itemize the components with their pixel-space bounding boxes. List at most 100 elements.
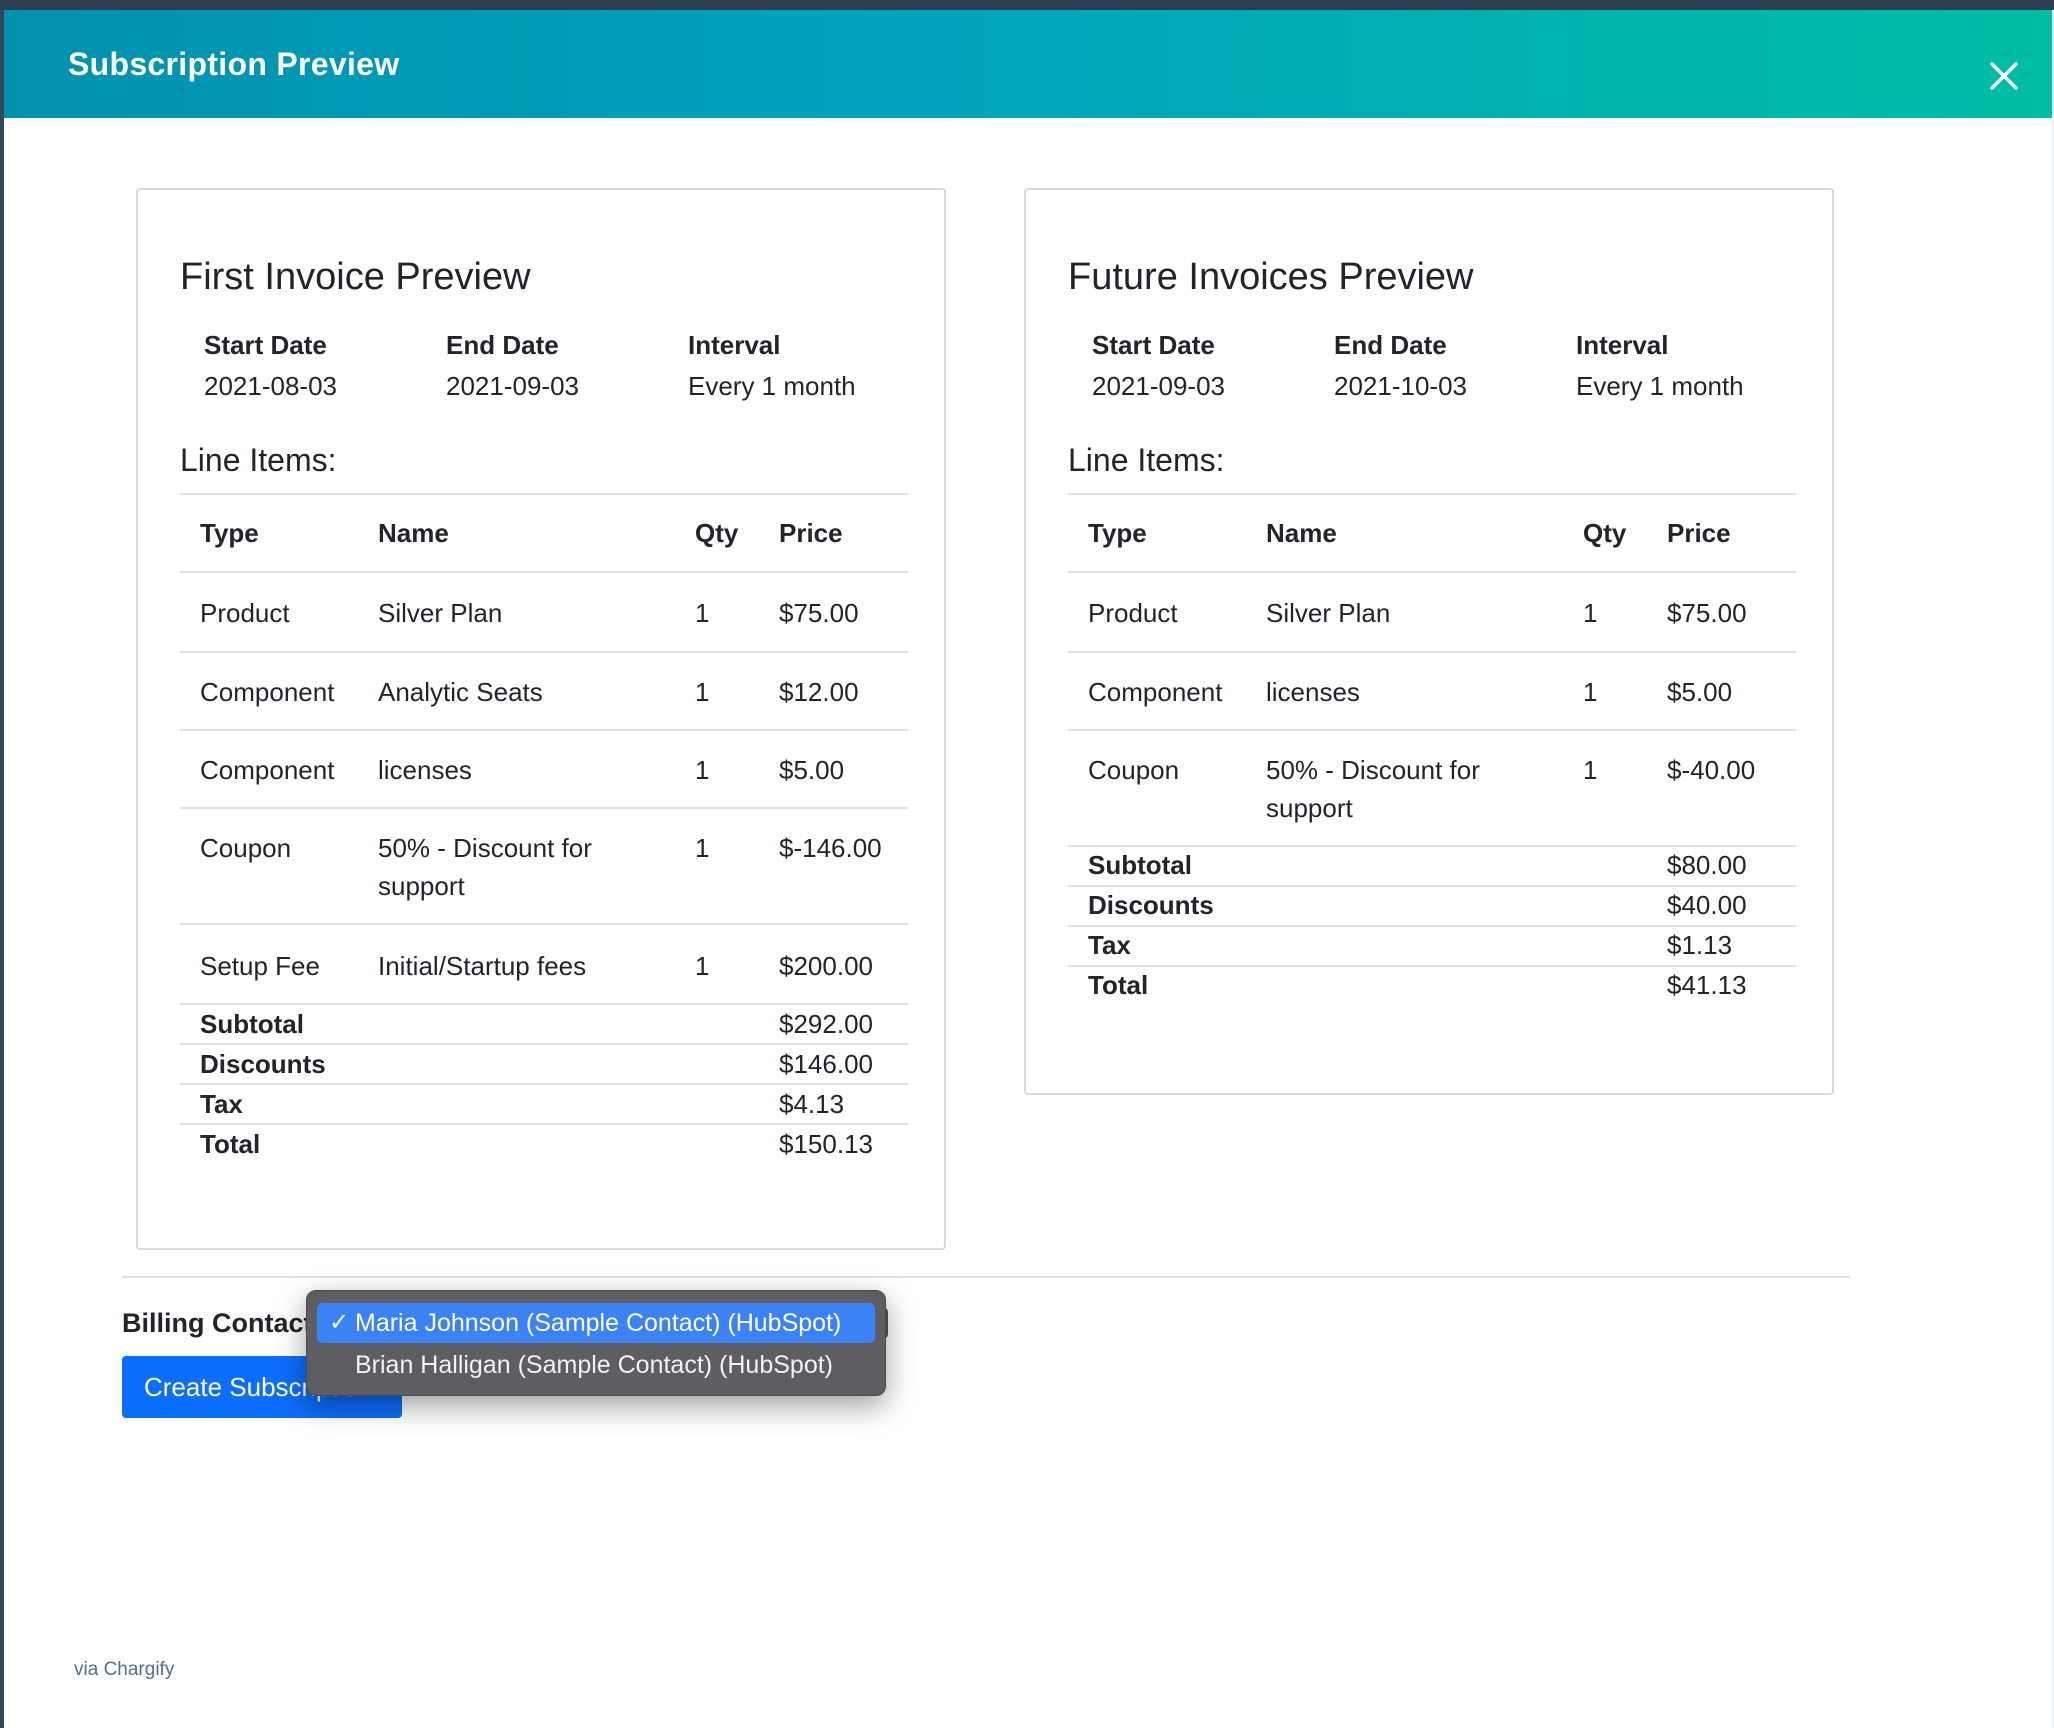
table-rule xyxy=(180,807,908,809)
start-date-group: Start Date 2021-08-03 xyxy=(204,330,337,402)
table-rule xyxy=(1068,651,1796,653)
table-rule xyxy=(1068,729,1796,731)
line-items-label: Line Items: xyxy=(1068,442,1225,478)
row-name-line1: 50% - Discount for xyxy=(1266,755,1480,785)
row-name-line1: 50% - Discount for xyxy=(378,833,592,863)
billing-contact-label: Billing Contact xyxy=(122,1308,313,1338)
row-price: $200.00 xyxy=(779,951,873,981)
close-icon[interactable] xyxy=(1988,60,2020,92)
modal-title: Subscription Preview xyxy=(68,46,400,82)
row-price: $75.00 xyxy=(779,598,859,628)
table-rule xyxy=(180,651,908,653)
row-type: Component xyxy=(200,677,335,707)
end-date-value: 2021-09-03 xyxy=(446,371,579,401)
table-rule xyxy=(180,493,908,495)
billing-option-brian-halligan[interactable]: Brian Halligan (Sample Contact) (HubSpot… xyxy=(317,1345,875,1385)
discounts-value: $40.00 xyxy=(1667,890,1747,920)
row-qty: 1 xyxy=(1583,677,1598,707)
row-name: licenses xyxy=(378,755,472,785)
start-date-label: Start Date xyxy=(1092,330,1215,360)
tax-value: $1.13 xyxy=(1667,930,1733,960)
billing-option-maria-johnson[interactable]: ✓ Maria Johnson (Sample Contact) (HubSpo… xyxy=(317,1303,875,1343)
checkmark-icon: ✓ xyxy=(329,1309,350,1336)
end-date-label: End Date xyxy=(446,330,559,360)
row-name: Silver Plan xyxy=(378,598,503,628)
start-date-label: Start Date xyxy=(204,330,327,360)
interval-group: Interval Every 1 month xyxy=(688,330,856,402)
interval-value: Every 1 month xyxy=(688,371,856,401)
row-qty: 1 xyxy=(695,833,710,863)
row-qty: 1 xyxy=(695,677,710,707)
interval-label: Interval xyxy=(1576,330,1669,360)
col-header-price: Price xyxy=(1667,518,1731,548)
interval-group: Interval Every 1 month xyxy=(1576,330,1744,402)
row-price: $75.00 xyxy=(1667,598,1747,628)
start-date-value: 2021-08-03 xyxy=(204,371,337,401)
first-invoice-card: First Invoice Preview Start Date 2021-08… xyxy=(136,188,946,1250)
row-type: Component xyxy=(1088,677,1223,707)
row-name: Initial/Startup fees xyxy=(378,951,587,981)
col-header-type: Type xyxy=(200,518,259,548)
tax-label: Tax xyxy=(200,1089,243,1119)
option-label: Maria Johnson (Sample Contact) (HubSpot) xyxy=(355,1309,842,1337)
discounts-value: $146.00 xyxy=(779,1049,873,1079)
subtotal-value: $292.00 xyxy=(779,1009,873,1039)
table-rule xyxy=(180,571,908,573)
total-value: $150.13 xyxy=(779,1129,873,1159)
col-header-type: Type xyxy=(1088,518,1147,548)
row-name-line2: support xyxy=(1266,793,1353,823)
row-type: Component xyxy=(200,755,335,785)
row-type: Product xyxy=(1088,598,1178,628)
tax-value: $4.13 xyxy=(779,1089,845,1119)
footer-via-chargify[interactable]: via Chargify xyxy=(74,1659,174,1681)
first-invoice-title: First Invoice Preview xyxy=(180,256,531,298)
interval-value: Every 1 month xyxy=(1576,371,1744,401)
end-date-label: End Date xyxy=(1334,330,1447,360)
row-qty: 1 xyxy=(695,755,710,785)
subtotal-value: $80.00 xyxy=(1667,850,1747,880)
table-rule xyxy=(1068,493,1796,495)
window-top-strip xyxy=(0,0,2054,10)
discounts-label: Discounts xyxy=(200,1049,326,1079)
col-header-name: Name xyxy=(1266,518,1337,548)
total-label: Total xyxy=(1088,970,1149,1000)
end-date-group: End Date 2021-09-03 xyxy=(446,330,579,402)
table-rule xyxy=(1068,571,1796,573)
total-label: Total xyxy=(200,1129,261,1159)
row-qty: 1 xyxy=(695,598,710,628)
row-price: $5.00 xyxy=(779,755,845,785)
row-name-line2: support xyxy=(378,871,465,901)
col-header-name: Name xyxy=(378,518,449,548)
line-items-label: Line Items: xyxy=(180,442,337,478)
start-date-value: 2021-09-03 xyxy=(1092,371,1225,401)
table-rule xyxy=(180,923,908,925)
row-type: Coupon xyxy=(200,833,292,863)
start-date-group: Start Date 2021-09-03 xyxy=(1092,330,1225,402)
window-left-edge xyxy=(0,10,4,1728)
row-qty: 1 xyxy=(1583,755,1598,785)
discounts-label: Discounts xyxy=(1088,890,1214,920)
row-name: Analytic Seats xyxy=(378,677,543,707)
row-type: Product xyxy=(200,598,290,628)
row-price: $-40.00 xyxy=(1667,755,1756,785)
modal-header: Subscription Preview xyxy=(4,10,2052,118)
col-header-price: Price xyxy=(779,518,843,548)
future-invoices-title: Future Invoices Preview xyxy=(1068,256,1474,298)
row-qty: 1 xyxy=(1583,598,1598,628)
col-header-qty: Qty xyxy=(1583,518,1627,548)
row-price: $12.00 xyxy=(779,677,859,707)
row-qty: 1 xyxy=(695,951,710,981)
section-divider xyxy=(122,1276,1850,1278)
total-value: $41.13 xyxy=(1667,970,1747,1000)
end-date-value: 2021-10-03 xyxy=(1334,371,1467,401)
col-header-qty: Qty xyxy=(695,518,739,548)
table-rule xyxy=(180,729,908,731)
option-label: Brian Halligan (Sample Contact) (HubSpot… xyxy=(355,1351,833,1379)
subtotal-label: Subtotal xyxy=(200,1009,304,1039)
future-invoices-card: Future Invoices Preview Start Date 2021-… xyxy=(1024,188,1834,1095)
end-date-group: End Date 2021-10-03 xyxy=(1334,330,1467,402)
row-name: licenses xyxy=(1266,677,1360,707)
row-price: $5.00 xyxy=(1667,677,1733,707)
row-name: Silver Plan xyxy=(1266,598,1391,628)
row-type: Setup Fee xyxy=(200,951,320,981)
